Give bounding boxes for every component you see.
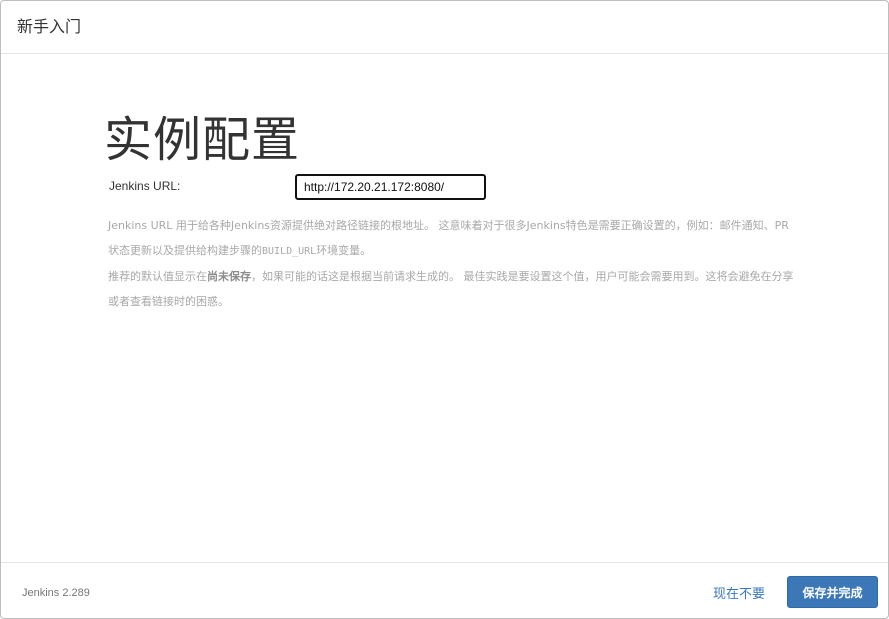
page-title: 实例配置	[104, 112, 301, 168]
help-text: Jenkins URL 用于给各种Jenkins资源提供绝对路径链接的根地址。 …	[108, 213, 798, 314]
setup-dialog: 新手入门 实例配置 Jenkins URL: Jenkins URL 用于给各种…	[0, 0, 889, 619]
jenkins-url-input[interactable]	[295, 174, 486, 200]
save-and-finish-button[interactable]: 保存并完成	[787, 576, 878, 608]
help-text-1b: 环境变量。	[316, 244, 372, 257]
skip-button[interactable]: 现在不要	[713, 583, 765, 602]
dialog-footer: Jenkins 2.289 现在不要 保存并完成	[1, 562, 888, 618]
build-url-code: BUILD_URL	[262, 246, 317, 257]
url-label: Jenkins URL:	[109, 179, 181, 193]
version-label: Jenkins 2.289	[22, 587, 90, 599]
not-saved-text: 尚未保存	[207, 270, 251, 283]
help-paragraph-2: 推荐的默认值显示在尚未保存，如果可能的话这是根据当前请求生成的。 最佳实践是要设…	[108, 264, 798, 314]
dialog-header: 新手入门	[1, 1, 888, 54]
dialog-title: 新手入门	[17, 17, 82, 36]
help-text-2a: 推荐的默认值显示在	[108, 270, 207, 283]
help-text-1a: Jenkins URL 用于给各种Jenkins资源提供绝对路径链接的根地址。 …	[108, 219, 789, 257]
help-paragraph-1: Jenkins URL 用于给各种Jenkins资源提供绝对路径链接的根地址。 …	[108, 213, 798, 264]
